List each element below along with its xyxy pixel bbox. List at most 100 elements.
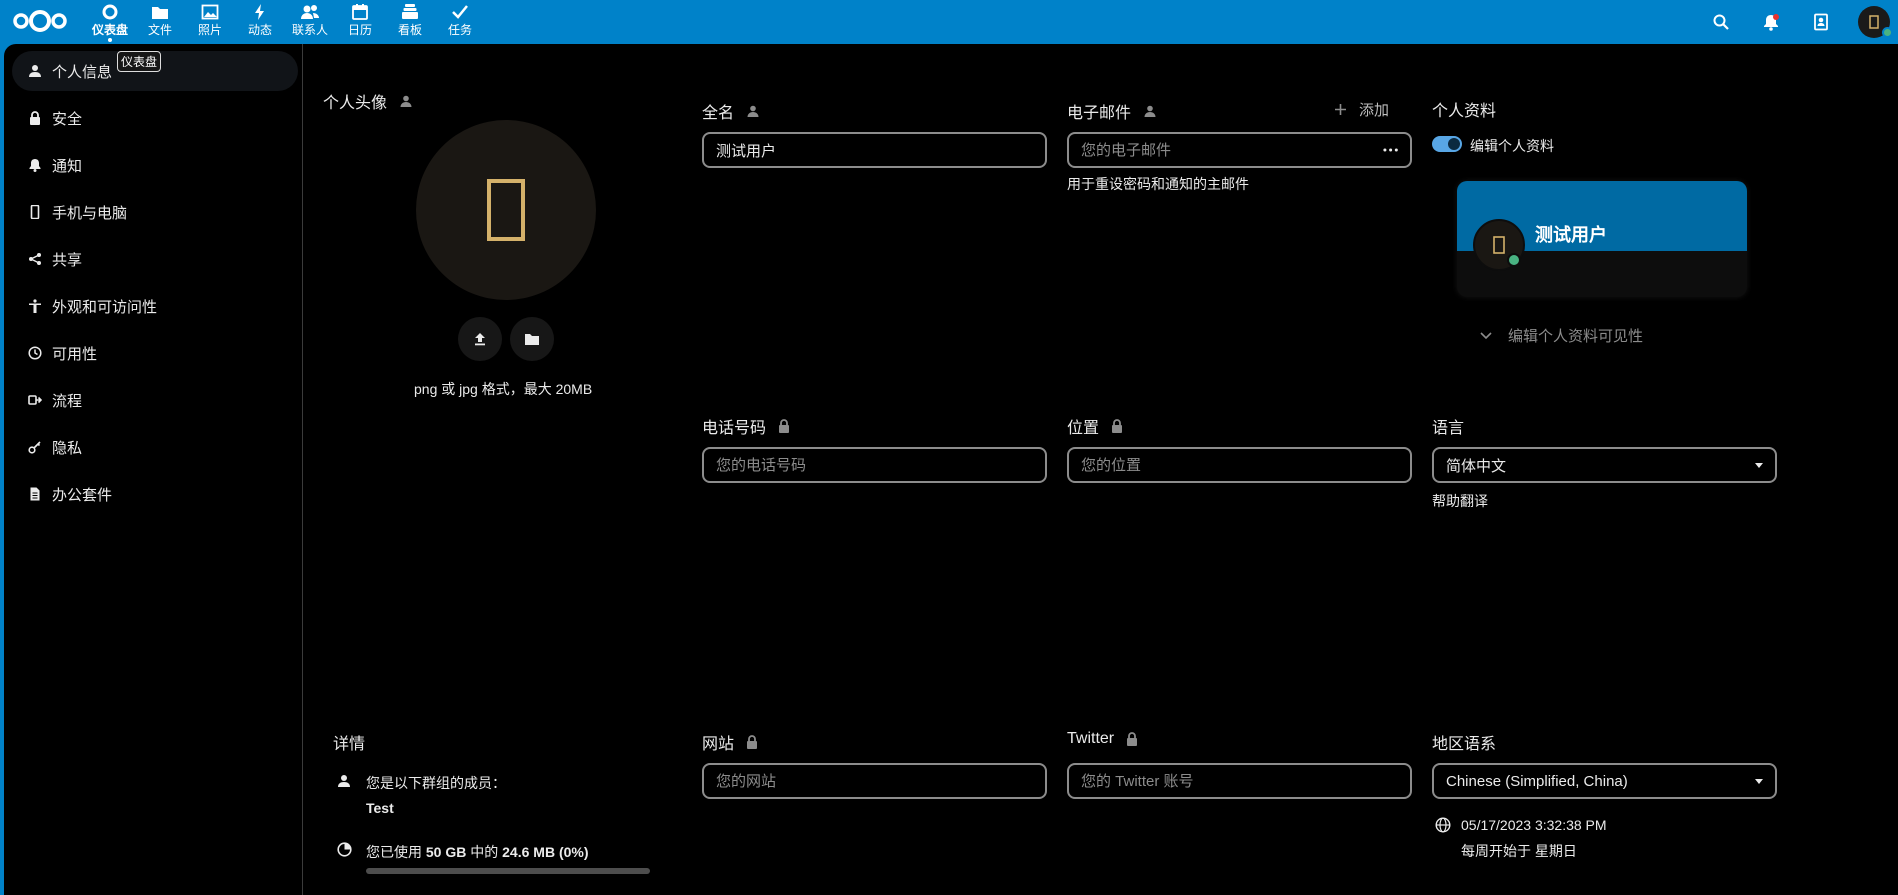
sidebar-item-sharing[interactable]: 共享 <box>12 239 298 279</box>
location-label-row: 位置 <box>1067 414 1123 438</box>
scope-private-lock-icon[interactable] <box>778 419 790 433</box>
twitter-input[interactable] <box>1081 772 1398 790</box>
help-translate-link[interactable]: 帮助翻译 <box>1432 491 1488 511</box>
phone-field[interactable] <box>702 447 1047 483</box>
sidebar-item-security[interactable]: 安全 <box>12 98 298 138</box>
app-deck[interactable]: 看板 <box>385 0 435 44</box>
scope-contacts-icon[interactable] <box>399 94 413 108</box>
group-user-icon <box>338 775 350 787</box>
edit-profile-visibility-button[interactable]: 编辑个人资料可见性 <box>1480 325 1643 346</box>
language-select[interactable]: 简体中文 <box>1432 447 1777 483</box>
app-files[interactable]: 文件 <box>135 0 185 44</box>
profile-preview-card[interactable]: 测试用户 <box>1457 181 1747 297</box>
locale-label: 地区语系 <box>1432 736 1497 753</box>
sidebar-item-label: 可用性 <box>52 345 98 363</box>
sidebar-item-workflow[interactable]: 流程 <box>12 380 298 420</box>
app-dashboard[interactable]: 仪表盘 <box>85 0 135 44</box>
sidebar-item-office[interactable]: 办公套件 <box>12 474 298 514</box>
sidebar-item-accessibility[interactable]: 外观和可访问性 <box>12 286 298 326</box>
phone-label: 电话号码 <box>702 420 767 437</box>
chevron-down-icon <box>1480 331 1492 339</box>
app-label: 文件 <box>147 23 172 37</box>
tooltip: 仪表盘 <box>117 51 162 72</box>
locale-selected-value: Chinese (Simplified, China) <box>1446 772 1628 790</box>
avatar-placeholder-icon <box>1869 15 1879 29</box>
choose-from-files-button[interactable] <box>510 317 554 361</box>
add-email-button[interactable]: 添加 <box>1334 99 1389 120</box>
phone-icon <box>18 205 52 219</box>
app-contacts[interactable]: 联系人 <box>285 0 335 44</box>
image-icon <box>201 4 219 20</box>
app-label: 看板 <box>397 23 422 37</box>
notifications-button[interactable] <box>1746 0 1796 44</box>
avatar-section-label: 个人头像 <box>323 89 413 113</box>
app-activity[interactable]: 动态 <box>235 0 285 44</box>
sidebar-item-devices[interactable]: 手机与电脑 <box>12 192 298 232</box>
quota-total: 50 GB <box>425 844 467 860</box>
location-field[interactable] <box>1067 447 1412 483</box>
personal-info-main: 个人头像 png 或 jpg 格式，最大 20MB 全名 电子邮件 添加 <box>304 44 1898 895</box>
details-section-label: 详情 <box>333 730 365 754</box>
upload-avatar-button[interactable] <box>458 317 502 361</box>
sidebar-item-label: 个人信息 <box>52 63 113 81</box>
add-email-label: 添加 <box>1359 102 1390 119</box>
twitter-field[interactable] <box>1067 763 1412 799</box>
globe-icon <box>1435 817 1451 833</box>
sidebar-item-privacy[interactable]: 隐私 <box>12 427 298 467</box>
workflow-icon <box>18 393 52 407</box>
bell-icon <box>18 158 52 172</box>
checkmark-icon <box>452 5 468 19</box>
nextcloud-logo-icon[interactable] <box>10 8 70 34</box>
website-input[interactable] <box>716 772 1033 790</box>
fullname-input[interactable] <box>716 141 1033 159</box>
search-icon <box>1713 14 1729 30</box>
quota-mid: 中的 <box>466 844 503 860</box>
email-field[interactable] <box>1067 132 1412 168</box>
scope-private-lock-icon[interactable] <box>1126 732 1138 746</box>
twitter-label: Twitter <box>1067 730 1115 747</box>
groups-membership-label: 您是以下群组的成员： <box>366 775 506 791</box>
scope-private-lock-icon[interactable] <box>1111 419 1123 433</box>
contacts-menu-button[interactable] <box>1796 0 1846 44</box>
scope-private-lock-icon[interactable] <box>746 735 758 749</box>
caret-down-icon <box>1755 778 1763 784</box>
document-icon <box>18 487 52 501</box>
sidebar-item-availability[interactable]: 可用性 <box>12 333 298 373</box>
locale-select[interactable]: Chinese (Simplified, China) <box>1432 763 1777 799</box>
avatar-label: 个人头像 <box>323 95 388 112</box>
language-label: 语言 <box>1432 420 1465 437</box>
quota-used: 24.6 MB <box>502 844 556 860</box>
enable-profile-toggle[interactable] <box>1432 136 1462 152</box>
website-label: 网站 <box>702 736 735 753</box>
more-options-icon[interactable] <box>1383 148 1398 152</box>
app-tasks[interactable]: 任务 <box>435 0 485 44</box>
sidebar-item-label: 流程 <box>52 392 83 410</box>
user-avatar-menu[interactable] <box>1858 6 1893 38</box>
sidebar-item-label: 隐私 <box>52 439 83 457</box>
app-photos[interactable]: 照片 <box>185 0 235 44</box>
scope-contacts-icon[interactable] <box>746 104 760 118</box>
scope-contacts-icon[interactable] <box>1143 104 1157 118</box>
sidebar-item-label: 共享 <box>52 251 83 269</box>
profile-section-label: 个人资料 <box>1432 97 1496 121</box>
enable-profile-label: 编辑个人资料 <box>1470 138 1554 154</box>
plus-icon <box>1335 104 1346 115</box>
fullname-field[interactable] <box>702 132 1047 168</box>
fullname-label: 全名 <box>702 105 735 122</box>
app-calendar[interactable]: 日历 <box>335 0 385 44</box>
email-input[interactable] <box>1081 141 1383 159</box>
location-input[interactable] <box>1081 456 1398 474</box>
sidebar-item-notifications[interactable]: 通知 <box>12 145 298 185</box>
search-button[interactable] <box>1696 0 1746 44</box>
sidebar-item-label: 外观和可访问性 <box>52 298 158 316</box>
app-navigation: 仪表盘 文件 照片 动态 联系人 日历 看板 任务 <box>85 0 485 44</box>
status-online-indicator <box>1507 253 1521 267</box>
phone-input[interactable] <box>716 456 1033 474</box>
lock-icon <box>18 111 52 125</box>
caret-down-icon <box>1755 462 1763 468</box>
locale-label-row: 地区语系 <box>1432 730 1496 754</box>
website-field[interactable] <box>702 763 1047 799</box>
accessibility-icon <box>18 299 52 313</box>
language-selected-value: 简体中文 <box>1446 457 1507 475</box>
clock-icon <box>18 346 52 360</box>
